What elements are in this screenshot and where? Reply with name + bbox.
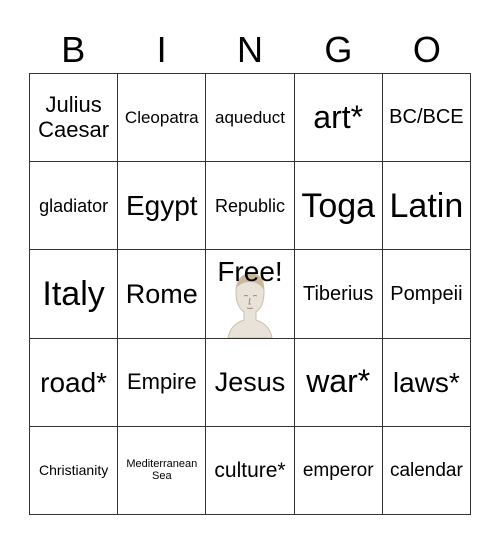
header-letter-b: B [61, 29, 86, 70]
header-letter-n: N [237, 29, 264, 70]
bingo-cell[interactable]: Italy [30, 250, 119, 339]
cell-label: Tiberius [303, 282, 374, 305]
bingo-cell[interactable]: calendar [382, 426, 471, 515]
cell-label: Mediterranean Sea [126, 458, 198, 483]
header-letter-i: I [156, 29, 167, 70]
cell-label: calendar [389, 459, 463, 481]
bingo-cell[interactable]: BC/BCE [382, 74, 471, 163]
bingo-grid: Julius Caesar Cleopatra aqueduct art* BC/BCE… [29, 73, 471, 515]
cell-label: Pompeii [390, 282, 463, 305]
cell-label: gladiator [39, 195, 109, 216]
bingo-cell[interactable]: Christianity [30, 426, 119, 515]
free-space-label: Free! [217, 256, 283, 288]
bingo-cell[interactable]: Empire [118, 338, 207, 427]
cell-label: Toga [301, 186, 376, 225]
bingo-cell[interactable]: road* [30, 338, 119, 427]
cell-label: Christianity [38, 461, 109, 478]
bingo-cell[interactable]: Mediterranean Sea [118, 426, 207, 515]
free-space-cell[interactable]: Free! [206, 250, 295, 339]
bingo-cell[interactable]: emperor [294, 426, 383, 515]
cell-label: Republic [214, 195, 286, 216]
bingo-cell[interactable]: Toga [294, 162, 383, 251]
bingo-cell[interactable]: Julius Caesar [30, 74, 119, 163]
cell-label: Italy [42, 274, 105, 313]
bingo-cell[interactable]: laws* [382, 338, 471, 427]
cell-label: Jesus [214, 367, 286, 398]
cell-label: Empire [126, 368, 197, 394]
bingo-cell[interactable]: aqueduct [206, 74, 295, 163]
cell-label: Julius Caesar [38, 91, 110, 142]
cell-label: Egypt [125, 190, 198, 222]
cell-label: Latin [389, 186, 464, 225]
bingo-cell[interactable]: culture* [206, 426, 295, 515]
bingo-cell[interactable]: Cleopatra [118, 74, 207, 163]
bingo-cell[interactable]: Republic [206, 162, 295, 251]
bingo-cell[interactable]: Pompeii [382, 250, 471, 339]
cell-label: Rome [125, 278, 198, 309]
cell-label: emperor [302, 459, 374, 481]
header-letter-o: O [412, 29, 441, 70]
cell-label: culture* [214, 458, 286, 482]
bingo-cell[interactable]: Tiberius [294, 250, 383, 339]
bingo-cell[interactable]: war* [294, 338, 383, 427]
header-letter-g: G [324, 29, 353, 70]
bingo-header: B I N G O [29, 28, 471, 72]
cell-label: art* [313, 98, 364, 135]
cell-label: road* [40, 366, 108, 398]
bingo-cell[interactable]: Latin [382, 162, 471, 251]
cell-label: laws* [392, 366, 460, 398]
cell-label: BC/BCE [389, 106, 464, 129]
cell-label: war* [306, 363, 371, 400]
bingo-cell[interactable]: gladiator [30, 162, 119, 251]
bingo-cell[interactable]: Jesus [206, 338, 295, 427]
bingo-cell[interactable]: art* [294, 74, 383, 163]
cell-label: Cleopatra [124, 108, 199, 128]
cell-label: aqueduct [215, 108, 285, 128]
bingo-cell[interactable]: Egypt [118, 162, 207, 251]
bingo-cell[interactable]: Rome [118, 250, 207, 339]
